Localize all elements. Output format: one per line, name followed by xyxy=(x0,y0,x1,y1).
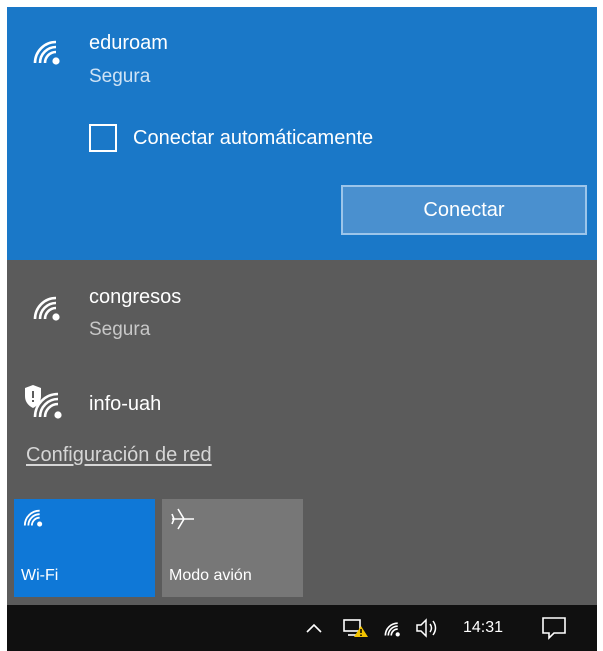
network-name: congresos xyxy=(89,286,182,308)
network-list-item[interactable]: info-uah xyxy=(7,379,597,429)
network-settings-link[interactable]: Configuración de red xyxy=(26,444,212,467)
taskbar: 14:31 xyxy=(7,605,597,651)
speaker-icon[interactable] xyxy=(413,605,443,651)
auto-connect-row[interactable]: Conectar automáticamente xyxy=(89,122,373,154)
wifi-icon xyxy=(33,40,60,65)
taskbar-clock[interactable]: 14:31 xyxy=(459,605,507,651)
chevron-up-icon[interactable] xyxy=(303,605,325,651)
wifi-icon xyxy=(23,509,43,527)
wifi-shield-icon xyxy=(25,385,62,419)
connect-button[interactable]: Conectar xyxy=(341,185,587,235)
airplane-tile-label: Modo avión xyxy=(169,567,252,584)
wifi-tile-label: Wi-Fi xyxy=(21,567,59,584)
airplane-mode-tile[interactable]: Modo avión xyxy=(162,499,303,597)
network-warning-icon[interactable] xyxy=(341,605,371,651)
auto-connect-checkbox[interactable] xyxy=(89,124,117,152)
auto-connect-label: Conectar automáticamente xyxy=(133,126,374,149)
selected-network-name: eduroam xyxy=(89,32,168,54)
wifi-toggle-tile[interactable]: Wi-Fi xyxy=(14,499,155,597)
wifi-icon[interactable] xyxy=(380,605,406,651)
selected-network-panel[interactable]: eduroam Segura Conectar automáticamente … xyxy=(7,7,597,260)
airplane-icon xyxy=(171,508,194,530)
selected-network-status: Segura xyxy=(89,66,151,87)
notification-icon[interactable] xyxy=(537,605,571,651)
network-list-item[interactable]: congresos Segura xyxy=(7,269,597,349)
wifi-icon xyxy=(33,296,60,321)
network-status: Segura xyxy=(89,319,151,340)
network-name: info-uah xyxy=(89,393,162,415)
network-flyout: eduroam Segura Conectar automáticamente … xyxy=(7,7,597,605)
